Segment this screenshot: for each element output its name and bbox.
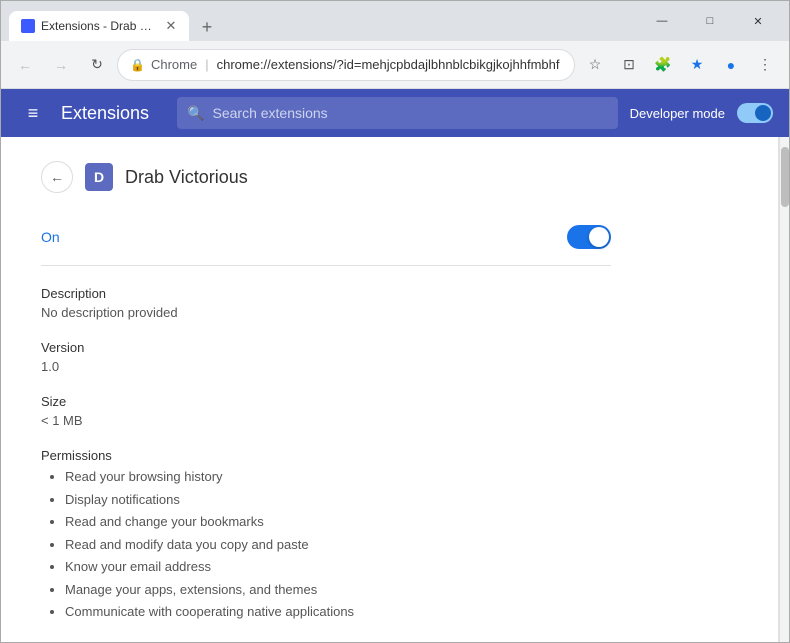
permissions-list: Read your browsing history Display notifi… xyxy=(41,467,611,622)
main-area: ← D Drab Victorious On xyxy=(1,137,789,642)
toolbar-icons: ☆ ⊡ 🧩 ★ ● ⋮ xyxy=(579,49,781,81)
permission-item: Display notifications xyxy=(65,490,611,510)
toggle-knob xyxy=(755,105,771,121)
permissions-label: Permissions xyxy=(41,448,611,463)
url-path: chrome://extensions/?id=mehjcpbdajlbhnbl… xyxy=(217,57,560,72)
extension-icon-letter: D xyxy=(94,169,104,185)
extension-name: Drab Victorious xyxy=(125,167,248,188)
browser-content: ≡ Extensions 🔍 Developer mode ← xyxy=(1,89,789,642)
tab-area: Extensions - Drab Victorious ✕ + xyxy=(9,1,639,41)
big-toggle-knob xyxy=(589,227,609,247)
description-label: Description xyxy=(41,286,611,301)
tab-close-button[interactable]: ✕ xyxy=(165,18,177,34)
minimize-button[interactable]: — xyxy=(639,6,685,36)
permission-item: Know your email address xyxy=(65,557,611,577)
version-value: 1.0 xyxy=(41,359,611,374)
on-status-label: On xyxy=(41,229,60,245)
size-section: Size < 1 MB xyxy=(41,394,611,428)
enable-toggle-row: On xyxy=(41,217,611,266)
url-source: Chrome xyxy=(151,57,197,72)
description-section: Description No description provided xyxy=(41,286,611,320)
permissions-section: Permissions Read your browsing history Di… xyxy=(41,448,611,622)
tab-title: Extensions - Drab Victorious xyxy=(41,19,155,33)
extensions-header: ≡ Extensions 🔍 Developer mode xyxy=(1,89,789,137)
scrollbar-track[interactable] xyxy=(779,137,789,642)
extension-enable-toggle[interactable] xyxy=(567,225,611,249)
hamburger-menu-button[interactable]: ≡ xyxy=(17,97,49,129)
extension-detail: ← D Drab Victorious On xyxy=(1,137,651,642)
back-row: ← D Drab Victorious xyxy=(41,161,611,193)
close-button[interactable]: ✕ xyxy=(735,6,781,36)
permission-item: Communicate with cooperating native appl… xyxy=(65,602,611,622)
size-label: Size xyxy=(41,394,611,409)
maximize-button[interactable]: □ xyxy=(687,6,733,36)
tab-favicon xyxy=(21,19,35,33)
url-separator: | xyxy=(205,57,208,72)
permission-item: Manage your apps, extensions, and themes xyxy=(65,580,611,600)
chrome-menu-icon[interactable]: ⋮ xyxy=(749,49,781,81)
forward-button[interactable]: → xyxy=(45,49,77,81)
permission-item: Read and modify data you copy and paste xyxy=(65,535,611,555)
window-controls: — □ ✕ xyxy=(639,6,781,36)
account-circle-icon[interactable]: ● xyxy=(715,49,747,81)
permission-item: Read and change your bookmarks xyxy=(65,512,611,532)
security-icon: 🔒 xyxy=(130,58,145,72)
bookmark-icon[interactable]: ★ xyxy=(681,49,713,81)
new-tab-button[interactable]: + xyxy=(193,13,221,41)
active-tab[interactable]: Extensions - Drab Victorious ✕ xyxy=(9,11,189,41)
version-section: Version 1.0 xyxy=(41,340,611,374)
permission-item: Read your browsing history xyxy=(65,467,611,487)
description-value: No description provided xyxy=(41,305,611,320)
developer-mode-toggle[interactable] xyxy=(737,103,773,123)
cast-icon[interactable]: ⊡ xyxy=(613,49,645,81)
back-button[interactable]: ← xyxy=(41,161,73,193)
search-icon: 🔍 xyxy=(187,105,204,122)
content-panel: ← D Drab Victorious On xyxy=(1,137,779,642)
extensions-puzzle-icon[interactable]: 🧩 xyxy=(647,49,679,81)
star-icon[interactable]: ☆ xyxy=(579,49,611,81)
address-bar: ← → ↻ 🔒 Chrome | chrome://extensions/?id… xyxy=(1,41,789,89)
title-bar: Extensions - Drab Victorious ✕ + — □ ✕ xyxy=(1,1,789,41)
window-frame: Extensions - Drab Victorious ✕ + — □ ✕ ←… xyxy=(0,0,790,643)
extension-icon: D xyxy=(85,163,113,191)
reload-button[interactable]: ↻ xyxy=(81,49,113,81)
version-label: Version xyxy=(41,340,611,355)
extensions-title: Extensions xyxy=(61,103,149,124)
search-box[interactable]: 🔍 xyxy=(177,97,618,129)
search-input[interactable] xyxy=(213,105,608,121)
omnibox[interactable]: 🔒 Chrome | chrome://extensions/?id=mehjc… xyxy=(117,49,575,81)
developer-mode-label: Developer mode xyxy=(630,106,725,121)
scrollbar-thumb[interactable] xyxy=(781,147,789,207)
size-value: < 1 MB xyxy=(41,413,611,428)
back-button[interactable]: ← xyxy=(9,49,41,81)
